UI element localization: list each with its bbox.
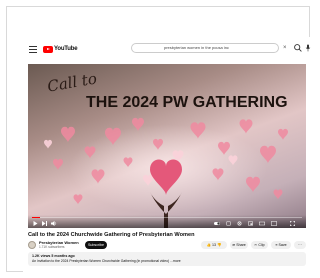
scissors-icon: ✂ (254, 243, 258, 247)
video-overlay-title: THE 2024 PW GATHERING (86, 94, 288, 111)
logo-text: YouTube (54, 46, 78, 52)
autoplay-toggle-icon[interactable] (214, 221, 220, 226)
subscriber-count: 1.71K subscribers (39, 245, 65, 249)
description-box[interactable]: 1.2K views 5 months ago An invitation to… (28, 252, 306, 266)
play-icon[interactable] (33, 221, 38, 226)
clear-search-icon[interactable]: × (283, 45, 287, 51)
clip-label: Clip (258, 243, 265, 247)
thumbs-up-icon: 👍 (206, 243, 211, 247)
screenshot-frame: YouTube presbyterian women in the pcusa … (6, 6, 313, 273)
settings-gear-icon[interactable] (237, 221, 242, 226)
more-actions-button[interactable]: ··· (294, 241, 306, 249)
youtube-play-icon (43, 45, 53, 53)
share-icon: ➦ (232, 243, 236, 247)
like-dislike-button[interactable]: 👍 13 👎 (201, 241, 227, 249)
video-player[interactable]: Call to THE 2024 PW GATHERING (28, 64, 306, 228)
channel-avatar[interactable] (28, 241, 36, 249)
microphone-icon[interactable] (305, 44, 311, 52)
top-bar: YouTube presbyterian women in the pcusa … (23, 37, 313, 59)
menu-icon[interactable] (29, 46, 37, 53)
thumbs-down-icon: 👎 (217, 243, 222, 247)
subscribe-button[interactable]: Subscribe (85, 241, 107, 249)
youtube-logo[interactable]: YouTube (43, 45, 78, 53)
next-icon[interactable] (42, 221, 47, 226)
save-label: Save (278, 243, 287, 247)
search-icon[interactable] (293, 43, 303, 53)
miniplayer-icon[interactable] (248, 221, 253, 226)
cast-icon[interactable] (271, 221, 277, 226)
like-count: 13 (212, 243, 216, 247)
captions-icon[interactable] (226, 221, 231, 226)
video-title: Call to the 2024 Churchwide Gathering of… (28, 232, 195, 238)
view-count-and-date: 1.2K views 5 months ago (32, 254, 75, 258)
theater-mode-icon[interactable] (259, 221, 265, 226)
youtube-watch-page: YouTube presbyterian women in the pcusa … (23, 37, 313, 273)
player-controls (28, 215, 306, 228)
search-query: presbyterian women in the pcusa inc (164, 45, 229, 50)
share-button[interactable]: ➦ Share (230, 241, 248, 249)
search-input[interactable]: presbyterian women in the pcusa inc (131, 43, 279, 53)
fullscreen-icon[interactable] (290, 221, 295, 226)
progress-bar[interactable] (32, 217, 302, 218)
share-label: Share (236, 243, 246, 247)
volume-icon[interactable] (51, 221, 57, 226)
description-snippet: An invitation to the 2024 Presbyterian W… (32, 259, 181, 263)
save-button[interactable]: ≡ Save (271, 241, 291, 249)
clip-button[interactable]: ✂ Clip (251, 241, 268, 249)
